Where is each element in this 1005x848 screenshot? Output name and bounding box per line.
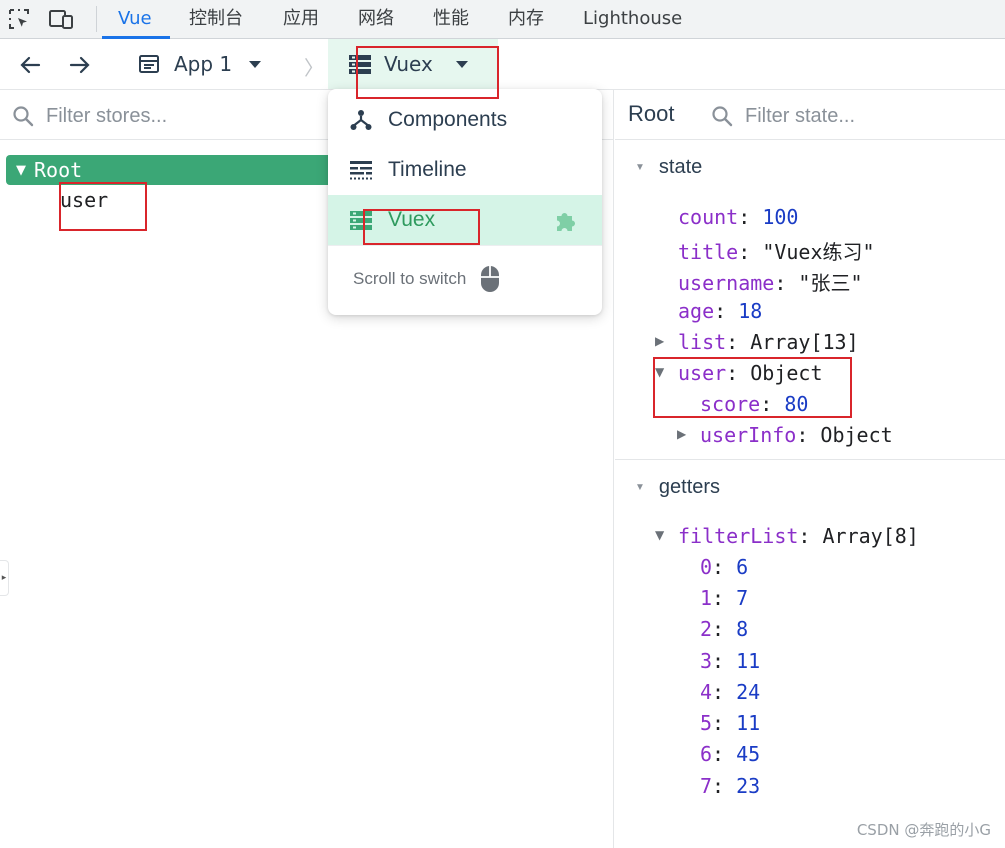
prop-key: list <box>678 330 727 354</box>
getters-section-header[interactable]: ▼ getters <box>635 476 720 499</box>
devtools-tab-bar: Vue 控制台 应用 网络 性能 内存 Lighthouse <box>0 0 1005 39</box>
state-prop-title[interactable]: title: "Vuex练习" <box>678 236 875 265</box>
search-icon <box>712 106 733 127</box>
menu-item-timeline[interactable]: Timeline <box>328 145 602 195</box>
store-root-row[interactable]: ▼ Root <box>6 155 336 185</box>
expand-arrow-icon[interactable]: ▶ <box>677 427 686 441</box>
caret-down-icon <box>249 61 262 68</box>
inspector-header: Root <box>615 90 1005 140</box>
tab-application[interactable]: 应用 <box>283 0 319 39</box>
watermark: CSDN @奔跑的小G <box>856 821 991 839</box>
prop-key: userInfo <box>700 423 797 447</box>
app-window-icon <box>139 55 159 73</box>
state-section-label: state <box>658 156 703 178</box>
back-button[interactable] <box>16 51 44 79</box>
plugin-puzzle-icon <box>552 206 580 234</box>
filterlist-item[interactable]: 6: 45 <box>700 742 760 766</box>
state-inspector: Root ▼ state count: 100 title: "Vuex练习" … <box>615 90 1005 848</box>
components-icon <box>348 107 374 133</box>
collapse-arrow-icon: ▼ <box>635 162 645 173</box>
mouse-icon <box>481 266 500 292</box>
tab-console[interactable]: 控制台 <box>189 0 243 39</box>
vue-toolbar: App 1 〉 Vuex <box>0 39 1005 90</box>
tab-performance[interactable]: 性能 <box>433 0 469 39</box>
annotation-box-menu-vuex <box>363 209 480 245</box>
store-root-label: Root <box>34 158 83 182</box>
prop-value: 100 <box>762 205 799 229</box>
prop-key: username <box>678 271 775 295</box>
tab-memory[interactable]: 内存 <box>508 0 544 39</box>
forward-button[interactable] <box>66 51 94 79</box>
prop-key: title <box>678 240 739 264</box>
prop-value: Object <box>820 423 893 447</box>
state-prop-age[interactable]: age: 18 <box>678 299 762 323</box>
tab-vue[interactable]: Vue <box>118 0 152 39</box>
collapse-arrow-icon: ▼ <box>635 482 645 493</box>
arrow-right-icon <box>69 56 90 74</box>
expand-arrow-icon[interactable]: ▶ <box>655 334 664 348</box>
search-icon <box>13 106 34 127</box>
view-dropdown-menu: Components Timeline Vuex Scroll to switc… <box>328 89 602 315</box>
annotation-box-view-selector <box>356 46 499 99</box>
breadcrumb-chevron-icon: 〉 <box>304 56 324 80</box>
prop-value: "Vuex练习" <box>762 240 875 264</box>
getters-section-label: getters <box>658 476 721 498</box>
filterlist-item[interactable]: 2: 8 <box>700 617 748 641</box>
filterlist-item[interactable]: 3: 11 <box>700 649 760 673</box>
state-prop-userinfo[interactable]: userInfo: Object <box>700 423 893 447</box>
collapse-arrow-icon[interactable]: ▼ <box>655 528 664 542</box>
tab-network[interactable]: 网络 <box>358 0 394 39</box>
scroll-hint: Scroll to switch <box>353 265 500 293</box>
inspect-element-icon[interactable] <box>6 7 32 31</box>
app-label: App 1 <box>174 52 233 76</box>
inspector-title: Root <box>628 101 675 126</box>
scroll-hint-label: Scroll to switch <box>353 269 467 288</box>
prop-key: filterList <box>678 524 799 548</box>
device-toolbar-icon[interactable] <box>48 7 74 31</box>
state-prop-username[interactable]: username: "张三" <box>678 267 863 296</box>
annotation-box-store-user <box>59 182 147 231</box>
filterlist-item[interactable]: 4: 24 <box>700 680 760 704</box>
app-selector[interactable]: App 1 <box>138 49 262 79</box>
filterlist-item[interactable]: 1: 7 <box>700 586 748 610</box>
state-prop-count[interactable]: count: 100 <box>678 205 798 229</box>
timeline-icon <box>348 157 374 183</box>
prop-value: Array[8] <box>822 524 919 548</box>
state-filter-input[interactable] <box>745 102 995 130</box>
annotation-box-user-state <box>653 357 852 418</box>
pane-collapse-handle[interactable]: ▸ <box>0 560 9 596</box>
filterlist-item[interactable]: 7: 23 <box>700 774 760 798</box>
stores-filter-input[interactable] <box>46 102 306 130</box>
expand-arrow-icon[interactable]: ▼ <box>16 163 26 178</box>
section-divider <box>615 459 1005 460</box>
menu-item-label: Components <box>388 108 508 131</box>
prop-value: Array[13] <box>750 330 859 354</box>
prop-value: "张三" <box>798 271 863 295</box>
tab-bar-separator <box>96 6 97 32</box>
prop-key: age <box>678 299 715 323</box>
menu-item-components[interactable]: Components <box>328 95 602 145</box>
tab-lighthouse[interactable]: Lighthouse <box>583 0 682 39</box>
arrow-left-icon <box>20 56 41 74</box>
filterlist-item[interactable]: 0: 6 <box>700 555 748 579</box>
getter-filterlist[interactable]: filterList: Array[8] <box>678 524 919 548</box>
menu-item-label: Timeline <box>388 158 467 181</box>
prop-value: 18 <box>738 299 763 323</box>
state-prop-list[interactable]: list: Array[13] <box>678 330 859 354</box>
prop-key: count <box>678 205 739 229</box>
state-section-header[interactable]: ▼ state <box>635 156 702 179</box>
menu-divider <box>328 245 602 246</box>
filterlist-item[interactable]: 5: 11 <box>700 711 760 735</box>
